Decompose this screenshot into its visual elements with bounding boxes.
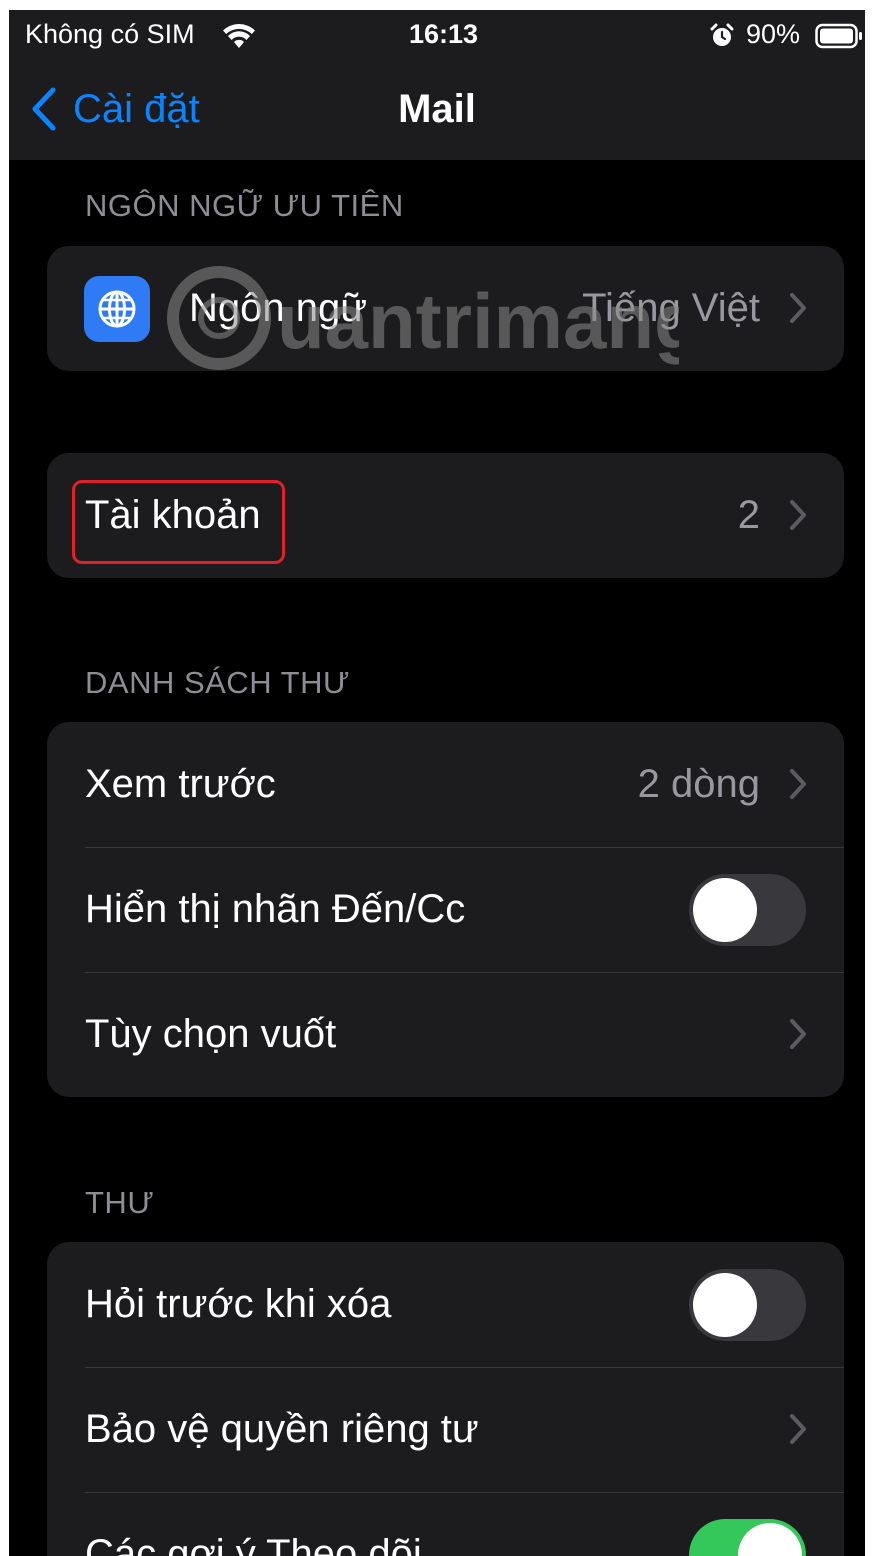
ask-before-deleting-row: Hỏi trước khi xóa bbox=[47, 1242, 844, 1367]
swipe-options-row[interactable]: Tùy chọn vuốt bbox=[47, 972, 844, 1097]
wifi-icon bbox=[223, 24, 255, 48]
chevron-right-icon bbox=[790, 769, 806, 799]
globe-icon bbox=[84, 276, 150, 342]
privacy-protection-label: Bảo vệ quyền riêng tư bbox=[85, 1407, 479, 1451]
chevron-right-icon bbox=[790, 1414, 806, 1444]
chevron-right-icon bbox=[790, 500, 806, 530]
preview-label: Xem trước bbox=[85, 762, 276, 806]
chevron-right-icon bbox=[790, 1019, 806, 1049]
follow-up-suggestions-row: Các gợi ý Theo dõi bbox=[47, 1492, 844, 1556]
battery-percent: 90% bbox=[746, 19, 801, 49]
toggle-knob bbox=[693, 878, 757, 942]
accounts-count: 2 bbox=[737, 493, 760, 537]
messages-group: Hỏi trước khi xóa Bảo vệ quyền riêng tư … bbox=[47, 1242, 844, 1556]
privacy-protection-row[interactable]: Bảo vệ quyền riêng tư bbox=[47, 1367, 844, 1492]
toggle-knob bbox=[738, 1523, 802, 1556]
language-value: Tiếng Việt bbox=[582, 286, 760, 330]
section-header-preferred-language: NGÔN NGỮ ƯU TIÊN bbox=[85, 188, 404, 223]
alarm-icon bbox=[710, 23, 734, 46]
show-to-cc-row: Hiển thị nhãn Đến/Cc bbox=[47, 847, 844, 972]
swipe-options-label: Tùy chọn vuốt bbox=[85, 1012, 337, 1056]
battery-icon bbox=[815, 23, 862, 49]
preview-row[interactable]: Xem trước 2 dòng bbox=[47, 722, 844, 847]
preview-value: 2 dòng bbox=[637, 762, 760, 806]
highlight-box bbox=[72, 480, 285, 564]
section-header-message-list: DANH SÁCH THƯ bbox=[85, 665, 350, 700]
ask-before-deleting-label: Hỏi trước khi xóa bbox=[85, 1282, 392, 1326]
ask-before-deleting-toggle[interactable] bbox=[689, 1269, 806, 1341]
follow-up-suggestions-label: Các gợi ý Theo dõi bbox=[85, 1532, 422, 1556]
show-to-cc-toggle[interactable] bbox=[689, 874, 806, 946]
navigation-bar: Cài đặt Mail bbox=[9, 60, 865, 160]
status-bar: Không có SIM 16:13 90% bbox=[9, 10, 865, 60]
follow-up-suggestions-toggle[interactable] bbox=[689, 1519, 806, 1556]
show-to-cc-label: Hiển thị nhãn Đến/Cc bbox=[85, 887, 466, 931]
language-group: Ngôn ngữ Tiếng Việt bbox=[47, 246, 844, 371]
page-title: Mail bbox=[398, 87, 476, 131]
language-label: Ngôn ngữ bbox=[189, 286, 368, 330]
toggle-knob bbox=[693, 1273, 757, 1337]
clock: 16:13 bbox=[409, 19, 479, 49]
phone-screen: Không có SIM 16:13 90% Cài đặt Mail NGÔN… bbox=[9, 10, 865, 1556]
carrier-label: Không có SIM bbox=[25, 19, 195, 49]
language-row[interactable]: Ngôn ngữ Tiếng Việt bbox=[47, 246, 844, 371]
chevron-right-icon bbox=[790, 293, 806, 323]
message-list-group: Xem trước 2 dòng Hiển thị nhãn Đến/Cc Tù… bbox=[47, 722, 844, 1097]
section-header-messages: THƯ bbox=[85, 1185, 155, 1220]
